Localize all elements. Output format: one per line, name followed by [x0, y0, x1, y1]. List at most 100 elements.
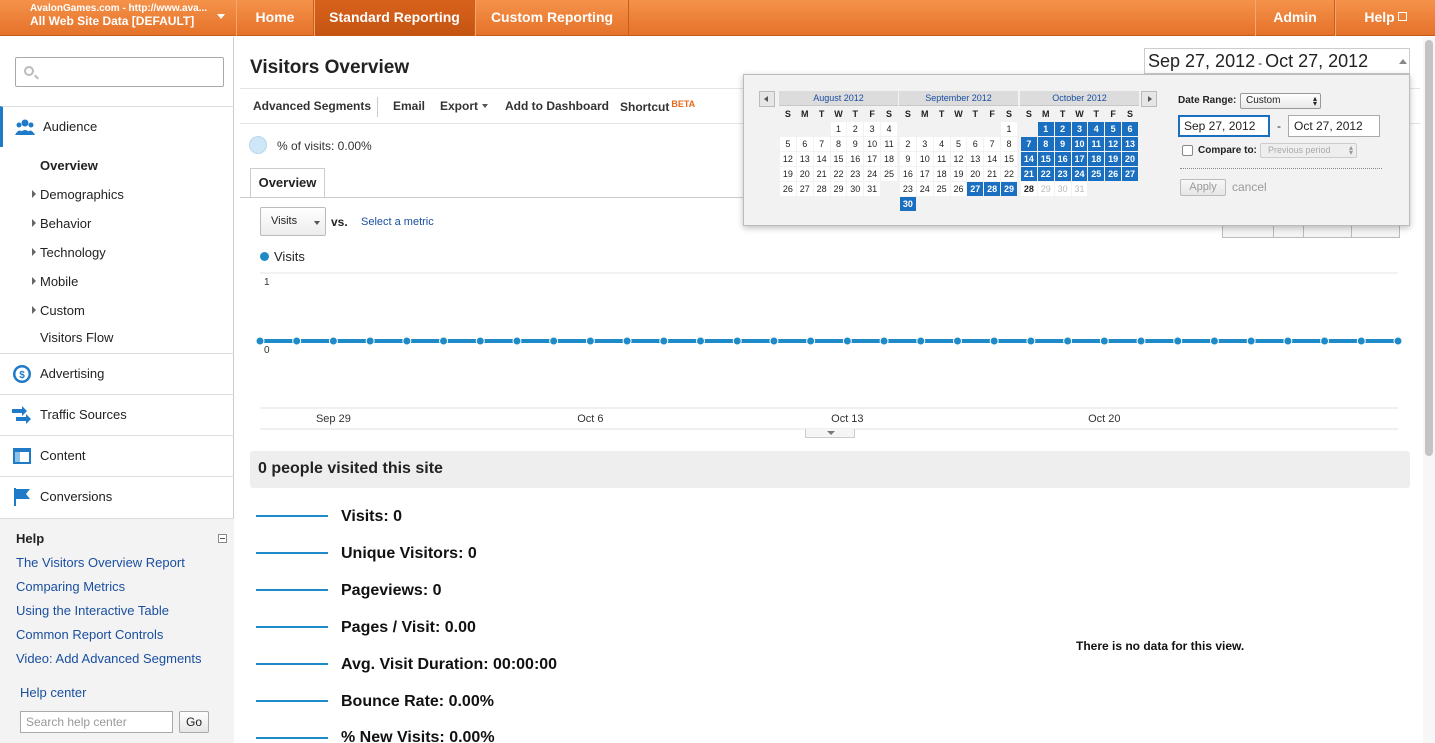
expand-arrow-icon[interactable] [32, 190, 36, 198]
sidebar-item-traffic-sources[interactable]: Traffic Sources [0, 394, 234, 435]
calendar-day[interactable]: 12 [780, 152, 796, 166]
expand-arrow-icon[interactable] [32, 306, 36, 314]
calendar-day[interactable]: 20 [796, 167, 813, 181]
calendar-day[interactable]: 30 [847, 182, 864, 196]
calendar-day[interactable]: 12 [1105, 137, 1122, 151]
calendar-day[interactable]: 20 [1122, 152, 1138, 166]
calendar-day[interactable]: 13 [1122, 137, 1138, 151]
calendar-day[interactable]: 13 [967, 152, 984, 166]
calendar-day[interactable]: 9 [900, 152, 916, 166]
calendar-day[interactable]: 29 [1001, 182, 1017, 196]
calendar-day[interactable]: 22 [830, 167, 847, 181]
chart-expand-handle[interactable] [805, 429, 855, 438]
calendar-day[interactable]: 25 [1088, 167, 1105, 181]
calendar-day[interactable]: 7 [1021, 137, 1037, 151]
calendar-day[interactable]: 11 [1088, 137, 1105, 151]
calendar-day[interactable]: 16 [1054, 152, 1071, 166]
calendar-day[interactable]: 8 [1001, 137, 1017, 151]
calendar-day[interactable]: 30 [900, 197, 916, 211]
calendar-day[interactable]: 11 [933, 152, 950, 166]
calendar-day[interactable]: 8 [1037, 137, 1054, 151]
calendar-day[interactable]: 11 [881, 137, 897, 151]
calendar-day[interactable]: 30 [1054, 182, 1071, 196]
calendar-day[interactable]: 24 [864, 167, 881, 181]
end-date-input[interactable]: Oct 27, 2012 [1288, 115, 1380, 137]
calendar-day[interactable]: 17 [864, 152, 881, 166]
calendar-day[interactable]: 6 [967, 137, 984, 151]
advanced-segments-button[interactable]: Advanced Segments [253, 99, 371, 113]
calendar-day[interactable]: 22 [1001, 167, 1017, 181]
expand-arrow-icon[interactable] [32, 219, 36, 227]
calendar-day[interactable]: 3 [916, 137, 933, 151]
calendar-day[interactable]: 23 [847, 167, 864, 181]
calendar-day[interactable]: 21 [984, 167, 1001, 181]
calendar-day[interactable]: 28 [1021, 182, 1037, 196]
help-link[interactable]: Help [1335, 0, 1435, 36]
help-link-interactive-table[interactable]: Using the Interactive Table [16, 603, 169, 618]
calendar-day[interactable]: 17 [1071, 152, 1088, 166]
calendar-day[interactable]: 28 [984, 182, 1001, 196]
calendar-day[interactable]: 9 [847, 137, 864, 151]
calendar-day[interactable]: 2 [1054, 122, 1071, 136]
date-range-selector[interactable]: Sep 27, 2012- Oct 27, 2012 [1144, 48, 1410, 74]
calendar-day[interactable]: 16 [900, 167, 916, 181]
calendar-day[interactable]: 10 [864, 137, 881, 151]
sidebar-item-demographics[interactable]: Demographics [40, 187, 124, 202]
calendar-day[interactable]: 18 [881, 152, 897, 166]
date-range-mode-select[interactable]: Custom ▴ ▾ [1240, 93, 1321, 109]
calendar-day[interactable]: 12 [950, 152, 967, 166]
calendar-day[interactable]: 17 [916, 167, 933, 181]
calendar-day[interactable]: 19 [1105, 152, 1122, 166]
calendar-day[interactable]: 13 [796, 152, 813, 166]
tab-custom-reporting[interactable]: Custom Reporting [475, 0, 629, 36]
calendar-day[interactable]: 29 [830, 182, 847, 196]
sidebar-item-behavior[interactable]: Behavior [40, 216, 91, 231]
tab-overview[interactable]: Overview [250, 168, 325, 198]
calendar-day[interactable]: 14 [984, 152, 1001, 166]
sidebar-item-mobile[interactable]: Mobile [40, 274, 78, 289]
collapse-icon[interactable] [218, 534, 227, 543]
shortcut-button[interactable]: Shortcut BETA [620, 99, 695, 114]
calendar-day[interactable]: 10 [916, 152, 933, 166]
visits-line-chart[interactable]: 1 0 Sep 29 Oct 6 Oct 13 Oct 20 [255, 270, 1405, 432]
sidebar-search-input[interactable] [15, 57, 224, 87]
calendar-day[interactable]: 27 [967, 182, 984, 196]
compare-period-select[interactable]: Previous period ▴ ▾ [1260, 143, 1357, 158]
calendar-day[interactable]: 15 [1001, 152, 1017, 166]
calendar-day[interactable]: 25 [933, 182, 950, 196]
sidebar-item-conversions[interactable]: Conversions [0, 476, 234, 517]
calendar-day[interactable]: 6 [1122, 122, 1138, 136]
export-button[interactable]: Export [440, 99, 489, 113]
sidebar-item-content[interactable]: Content [0, 435, 234, 476]
calendar-day[interactable]: 1 [1037, 122, 1054, 136]
calendar-day[interactable]: 28 [813, 182, 830, 196]
apply-button[interactable]: Apply [1180, 179, 1226, 196]
tab-standard-reporting[interactable]: Standard Reporting [314, 0, 475, 36]
calendar-day[interactable]: 15 [830, 152, 847, 166]
calendar-day[interactable]: 27 [796, 182, 813, 196]
calendar-day[interactable]: 21 [813, 167, 830, 181]
calendar-day[interactable]: 18 [933, 167, 950, 181]
email-button[interactable]: Email [393, 99, 425, 113]
sidebar-item-custom[interactable]: Custom [40, 303, 85, 318]
help-search-go-button[interactable]: Go [179, 711, 209, 733]
help-link-visitors-overview[interactable]: The Visitors Overview Report [16, 555, 185, 570]
calendar-day[interactable]: 5 [1105, 122, 1122, 136]
calendar-day[interactable]: 31 [864, 182, 881, 196]
calendar-day[interactable]: 25 [881, 167, 897, 181]
expand-arrow-icon[interactable] [32, 248, 36, 256]
calendar-day[interactable]: 8 [830, 137, 847, 151]
calendar-day[interactable]: 26 [780, 182, 796, 196]
add-to-dashboard-button[interactable]: Add to Dashboard [505, 99, 609, 113]
calendar-day[interactable]: 1 [830, 122, 847, 136]
calendar-day[interactable]: 29 [1037, 182, 1054, 196]
calendar-day[interactable]: 9 [1054, 137, 1071, 151]
calendar-day[interactable]: 24 [916, 182, 933, 196]
start-date-input[interactable]: Sep 27, 2012 [1178, 115, 1270, 137]
compare-checkbox[interactable] [1182, 145, 1193, 156]
sidebar-item-advertising[interactable]: $ Advertising [0, 353, 234, 394]
calendar-day[interactable]: 20 [967, 167, 984, 181]
calendar-day[interactable]: 22 [1037, 167, 1054, 181]
calendar-day[interactable]: 5 [780, 137, 796, 151]
calendar-day[interactable]: 14 [1021, 152, 1037, 166]
